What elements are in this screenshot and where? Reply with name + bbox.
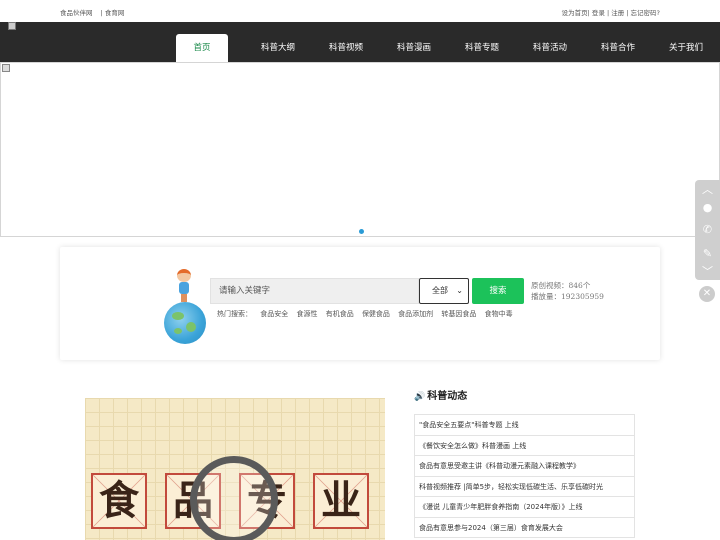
nav-topics[interactable]: 科普专题 — [448, 34, 516, 62]
hot-term[interactable]: 食品安全 — [260, 310, 288, 318]
search-button[interactable]: 搜索 — [472, 278, 524, 304]
side-toolbar: ︿ ● ✆ ✎ ﹀ — [695, 180, 720, 280]
main-navbar: 首页 科普大纲 科普视频 科普漫画 科普专题 科普活动 科普合作 关于我们 — [0, 22, 720, 62]
search-panel: 请输入关键字 全部 ⌄ 搜索 原创视频：846个 播放量：192305959 热… — [60, 247, 660, 360]
magnifier-icon — [190, 456, 278, 540]
phone-icon[interactable]: ✆ — [700, 222, 715, 237]
hot-term[interactable]: 食源性 — [296, 310, 317, 318]
hero-banner[interactable] — [0, 62, 720, 237]
hot-term[interactable]: 有机食品 — [326, 310, 354, 318]
news-item[interactable]: 食品有意思受邀主讲《科普动漫元素融入课程教学》 — [415, 456, 634, 477]
poster-char-box: 食 — [91, 473, 147, 529]
hot-term[interactable]: 转基因食品 — [441, 310, 476, 318]
nav-videos[interactable]: 科普视频 — [312, 34, 380, 62]
chevron-down-icon: ⌄ — [456, 286, 463, 295]
mascot-kid-icon — [175, 269, 195, 304]
category-select[interactable]: 全部 ⌄ — [419, 278, 469, 304]
hot-searches: 热门搜索： 食品安全 食源性 有机食品 保健食品 食品添加剂 转基因食品 食物中… — [217, 309, 519, 319]
chevron-up-icon[interactable]: ︿ — [700, 182, 715, 197]
wechat-icon[interactable]: ● — [700, 200, 715, 215]
logo-broken-image-icon[interactable] — [8, 22, 16, 30]
news-item[interactable]: 《餐饮安全怎么做》科普漫画 上线 — [415, 436, 634, 456]
nav-comics[interactable]: 科普漫画 — [380, 34, 448, 62]
nav-cooperation[interactable]: 科普合作 — [584, 34, 652, 62]
hot-term[interactable]: 食物中毒 — [485, 310, 513, 318]
nav-activities[interactable]: 科普活动 — [516, 34, 584, 62]
nav-outline[interactable]: 科普大纲 — [244, 34, 312, 62]
stat-plays: 播放量：192305959 — [531, 292, 604, 301]
partner-links: 食品伙伴网 | 食育网 — [60, 7, 130, 17]
news-item[interactable]: 《漫说 儿童青少年肥胖食养指南（2024年版）》上线 — [415, 497, 634, 518]
category-select-value: 全部 — [432, 286, 448, 295]
nav-about[interactable]: 关于我们 — [652, 34, 720, 62]
stat-videos: 原创视频：846个 — [531, 281, 591, 290]
edit-icon[interactable]: ✎ — [700, 246, 715, 261]
speaker-icon: 🔊 — [414, 392, 426, 402]
news-heading: 🔊 科普动态 — [414, 391, 468, 402]
partner-link-foodmate[interactable]: 食品伙伴网 — [60, 9, 93, 17]
main-nav: 首页 科普大纲 科普视频 科普漫画 科普专题 科普活动 科普合作 关于我们 — [176, 34, 720, 62]
partner-link-shiyu[interactable]: | 食育网 — [101, 9, 125, 17]
nav-home[interactable]: 首页 — [176, 34, 228, 62]
site-stats: 原创视频：846个 播放量：192305959 — [531, 280, 604, 302]
news-item[interactable]: "食品安全五要点"科普专题 上线 — [415, 415, 634, 436]
news-item[interactable]: 食品有意思参与2024（第三届）食育发展大会 — [415, 518, 634, 538]
chevron-down-icon[interactable]: ﹀ — [700, 264, 715, 279]
banner-broken-image-icon — [2, 64, 10, 72]
search-input[interactable]: 请输入关键字 — [210, 278, 419, 304]
hot-term[interactable]: 食品添加剂 — [398, 310, 433, 318]
hot-term[interactable]: 保健食品 — [362, 310, 390, 318]
close-icon[interactable]: ✕ — [699, 286, 715, 302]
account-links[interactable]: 设为首页| 登录 | 注册 | 忘记密码? — [562, 7, 660, 17]
top-bar: 食品伙伴网 | 食育网 设为首页| 登录 | 注册 | 忘记密码? — [0, 0, 720, 22]
hot-label: 热门搜索： — [217, 310, 252, 318]
news-list: "食品安全五要点"科普专题 上线 《餐饮安全怎么做》科普漫画 上线 食品有意思受… — [414, 414, 635, 538]
news-item[interactable]: 科普视频推荐 |简单5步，轻松实现低碳生活、乐享低碳时光 — [415, 477, 634, 497]
feature-poster[interactable]: 食 品 专 业 — [85, 398, 385, 540]
poster-char-box: 业 — [313, 473, 369, 529]
news-section: 🔊 科普动态 "食品安全五要点"科普专题 上线 《餐饮安全怎么做》科普漫画 上线 … — [414, 388, 635, 538]
globe-icon — [164, 302, 206, 344]
carousel-dot[interactable] — [359, 229, 364, 234]
